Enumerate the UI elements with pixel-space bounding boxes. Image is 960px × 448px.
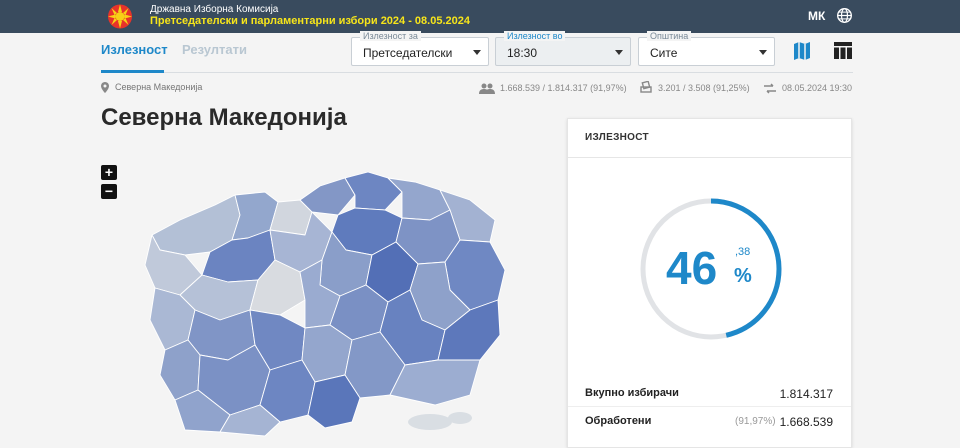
turnout-for-label: Излезност за xyxy=(360,31,421,41)
turnout-for-value: Претседателски xyxy=(363,46,453,60)
processed-label: Обработени xyxy=(585,415,652,427)
turnout-for-select[interactable]: Излезност за Претседателски xyxy=(351,31,489,66)
top-bar: Државна Изборна Комисија Претседателски … xyxy=(0,0,960,33)
turnout-at-select[interactable]: Излезност во 18:30 xyxy=(495,31,631,66)
tab-results[interactable]: Резултати xyxy=(182,42,247,57)
zoom-out-button[interactable]: − xyxy=(101,184,117,199)
chevron-down-icon xyxy=(615,50,623,55)
election-title: Претседателски и парламентарни избори 20… xyxy=(150,15,470,27)
map-view-icon[interactable] xyxy=(793,41,811,61)
people-icon xyxy=(479,83,495,94)
globe-icon[interactable] xyxy=(836,7,853,24)
turnout-at-value: 18:30 xyxy=(507,46,538,60)
sync-icon xyxy=(764,83,776,94)
municipality-value: Сите xyxy=(650,46,678,60)
total-voters-label: Вкупно избирачи xyxy=(585,387,679,399)
turnout-at-label: Излезност во xyxy=(504,31,566,41)
card-divider xyxy=(568,157,851,158)
row-divider xyxy=(568,406,851,407)
page-title: Северна Македонија xyxy=(101,104,347,131)
chevron-down-icon xyxy=(473,50,481,55)
inset-world-map xyxy=(408,412,472,430)
breadcrumb[interactable]: Северна Македонија xyxy=(115,82,202,92)
language-switch[interactable]: МК xyxy=(808,9,825,23)
total-voters-value: 1.814.317 xyxy=(779,387,833,401)
organization-name: Државна Изборна Комисија xyxy=(150,4,279,15)
chevron-down-icon xyxy=(759,50,767,55)
tabs-divider xyxy=(101,72,853,73)
turnout-percent-sign: % xyxy=(734,265,752,287)
card-title: ИЗЛЕЗНОСТ xyxy=(585,132,649,143)
voters-stat: 1.668.539 / 1.814.317 (91,97%) xyxy=(500,83,627,93)
processed-value: 1.668.539 xyxy=(779,415,833,429)
ballot-box-icon xyxy=(640,81,652,93)
stations-stat: 3.201 / 3.508 (91,25%) xyxy=(658,83,750,93)
municipality-map[interactable] xyxy=(140,160,520,438)
active-tab-indicator xyxy=(101,70,164,73)
logo[interactable] xyxy=(103,3,137,30)
tab-turnout[interactable]: Излезност xyxy=(101,42,168,57)
processed-percent: (91,97%) xyxy=(735,416,776,427)
turnout-card: ИЗЛЕЗНОСТ 46 ,38 % Вкупно избирачи 1.814… xyxy=(567,118,852,448)
municipality-select[interactable]: Општина Сите xyxy=(638,31,775,66)
map-region xyxy=(387,177,451,221)
table-view-icon[interactable] xyxy=(834,42,852,59)
location-pin-icon xyxy=(101,82,109,93)
turnout-percent-integer: 46 xyxy=(666,242,718,294)
updated-stat: 08.05.2024 19:30 xyxy=(782,83,853,93)
turnout-percent-decimal: ,38 xyxy=(735,246,751,258)
map-region xyxy=(344,171,403,211)
zoom-in-button[interactable]: + xyxy=(101,165,117,180)
municipality-label: Општина xyxy=(647,31,692,41)
